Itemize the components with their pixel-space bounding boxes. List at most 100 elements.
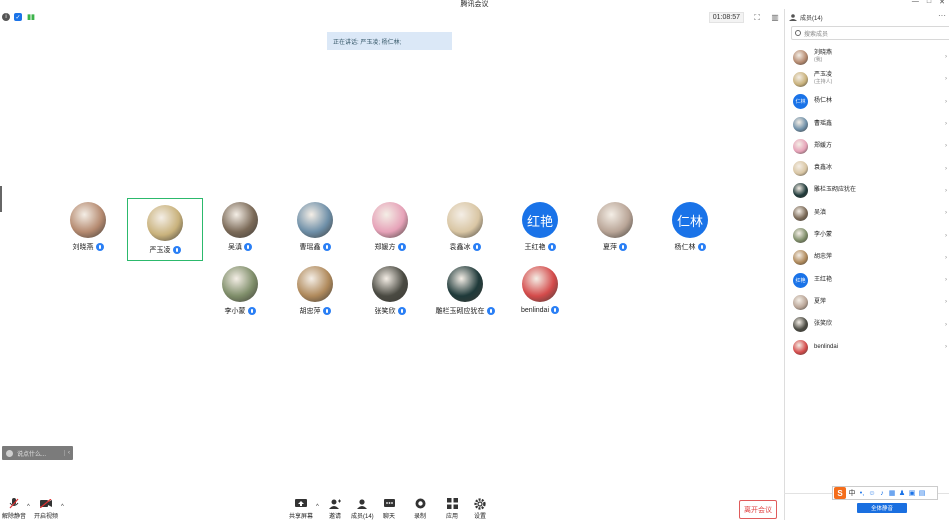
participant-tile[interactable]: 红艳 王红艳 [502, 199, 578, 261]
participant-tile[interactable]: 袁鑫冰 [427, 199, 503, 261]
member-list-item[interactable]: 刘晓燕 (我) › [785, 46, 949, 68]
invite-button[interactable]: 邀请 [329, 498, 341, 520]
member-list-item[interactable]: 李小蒙 › [785, 224, 949, 246]
participant-name: 杨仁林 [674, 244, 696, 251]
shield-icon[interactable]: ✓ [14, 13, 22, 21]
keyboard-icon[interactable]: ▦ [888, 489, 896, 497]
member-mic-icon[interactable]: › [945, 233, 947, 239]
member-list-item[interactable]: 张笑欣 › [785, 314, 949, 336]
share-options-chevron-icon[interactable]: ^ [316, 504, 319, 510]
member-list-item[interactable]: 胡忠萍 › [785, 247, 949, 269]
member-list-item[interactable]: 雕栏玉砌应犹在 › [785, 180, 949, 202]
member-search-placeholder: 搜索成员 [804, 31, 829, 38]
settings-button[interactable]: 设置 [474, 497, 486, 520]
participant-name-row: 王红艳 [525, 242, 556, 252]
member-mic-icon[interactable]: › [945, 277, 947, 283]
video-button[interactable]: 开启视频 [34, 498, 58, 520]
punctuation-icon[interactable]: •, [858, 489, 866, 497]
record-icon [414, 498, 426, 509]
record-button[interactable]: 录制 [414, 498, 426, 520]
leave-meeting-button[interactable]: 离开会议 [739, 500, 777, 519]
ime-lang-toggle[interactable]: 中 [848, 489, 856, 497]
member-mic-icon[interactable]: › [945, 299, 947, 305]
sogou-logo-icon[interactable]: S [834, 487, 846, 499]
fullscreen-icon[interactable]: ⛶ [752, 13, 762, 23]
voice-input-icon[interactable]: ♪ [878, 489, 886, 497]
member-avatar [793, 228, 808, 244]
participant-avatar [372, 266, 408, 302]
bottom-toolbar: 解除静音 ^ 开启视频 ^ 共享屏幕 ^ 邀请 成员(14) 聊天 录制 应用 … [0, 496, 784, 520]
member-mic-icon[interactable]: › [945, 188, 947, 194]
collapse-chat-icon[interactable]: ‹ [64, 450, 70, 456]
member-list-item[interactable]: 严玉凌 (主持人) › [785, 68, 949, 90]
toolbox-icon[interactable]: ▣ [908, 489, 916, 497]
minimize-icon[interactable]: — [912, 0, 919, 6]
member-list-item[interactable]: 红艳 王红艳 › [785, 269, 949, 291]
participant-avatar [297, 202, 333, 238]
maximize-icon[interactable]: □ [927, 0, 931, 6]
participant-tile[interactable]: 雕栏玉砌应犹在 [427, 263, 503, 325]
participant-avatar [70, 202, 106, 238]
member-list-item[interactable]: 曹瑶鑫 › [785, 113, 949, 135]
member-mic-icon[interactable]: › [945, 99, 947, 105]
video-options-chevron-icon[interactable]: ^ [61, 504, 64, 510]
member-mic-icon[interactable]: › [945, 54, 947, 60]
participant-avatar [147, 205, 183, 241]
participant-tile[interactable]: 严玉凌 [127, 198, 203, 261]
participant-tile[interactable]: 曹瑶鑫 [277, 199, 353, 261]
skin-icon[interactable]: ♟ [898, 489, 906, 497]
microphone-icon [619, 243, 627, 251]
participant-tile[interactable]: 仁林 杨仁林 [652, 199, 728, 261]
mute-all-button[interactable]: 全体静音 [857, 503, 907, 513]
panel-edge-handle[interactable] [0, 186, 2, 212]
member-mic-icon[interactable]: › [945, 210, 947, 216]
info-icon[interactable]: i [2, 13, 10, 21]
signal-icon[interactable]: ▮▮ [26, 13, 36, 21]
add-user-icon [329, 498, 341, 509]
member-mic-icon[interactable]: › [945, 121, 947, 127]
member-search-input[interactable]: 搜索成员 [791, 26, 949, 40]
member-list-item[interactable]: 袁鑫冰 › [785, 157, 949, 179]
member-list-item[interactable]: 仁林 杨仁林 › [785, 91, 949, 113]
chat-input[interactable]: 说点什么... ‹ [2, 446, 73, 460]
member-avatar [793, 161, 808, 177]
audio-options-chevron-icon[interactable]: ^ [27, 504, 30, 510]
mute-button[interactable]: 解除静音 [2, 498, 26, 520]
participant-tile[interactable]: 李小蒙 [202, 263, 278, 325]
more-options-icon[interactable]: ··· [938, 11, 946, 20]
participant-tile[interactable]: 胡忠萍 [277, 263, 353, 325]
apps-button[interactable]: 应用 [446, 498, 458, 520]
member-mic-icon[interactable]: › [945, 76, 947, 82]
chat-button[interactable]: 聊天 [383, 498, 395, 520]
member-mic-icon[interactable]: › [945, 322, 947, 328]
participant-tile[interactable]: 张笑欣 [352, 263, 428, 325]
participant-tile[interactable]: benlindai [502, 263, 578, 325]
member-name: 袁鑫冰 [814, 165, 833, 172]
participant-tile[interactable]: 夏萍 [577, 199, 653, 261]
ime-toolbar[interactable]: S 中 •, ☺ ♪ ▦ ♟ ▣ ▤ [832, 486, 938, 500]
member-avatar [793, 250, 808, 266]
member-list-item[interactable]: 吴滇 › [785, 202, 949, 224]
member-mic-icon[interactable]: › [945, 344, 947, 350]
layout-icon[interactable]: ▥ [770, 13, 780, 22]
close-icon[interactable]: ✕ [939, 0, 945, 6]
member-avatar [793, 116, 808, 132]
member-avatar: 红艳 [793, 272, 808, 288]
member-list-item[interactable]: 夏萍 › [785, 291, 949, 313]
member-mic-icon[interactable]: › [945, 143, 947, 149]
participant-tile[interactable]: 郑媛方 [352, 199, 428, 261]
ime-menu-icon[interactable]: ▤ [918, 489, 926, 497]
share-screen-button[interactable]: 共享屏幕 [289, 498, 313, 520]
emoji-icon[interactable]: ☺ [868, 489, 876, 497]
microphone-icon [322, 243, 331, 251]
member-name: benlindai [814, 343, 839, 350]
participant-tile[interactable]: 刘晓燕 [50, 199, 126, 261]
member-list-item[interactable]: benlindai › [785, 336, 949, 358]
microphone-icon [172, 246, 181, 254]
participant-tile[interactable]: 吴滇 [202, 199, 278, 261]
member-avatar [793, 317, 808, 333]
members-button[interactable]: 成员(14) [351, 498, 374, 520]
member-mic-icon[interactable]: › [945, 166, 947, 172]
member-mic-icon[interactable]: › [945, 255, 947, 261]
member-list-item[interactable]: 郑媛方 › [785, 135, 949, 157]
